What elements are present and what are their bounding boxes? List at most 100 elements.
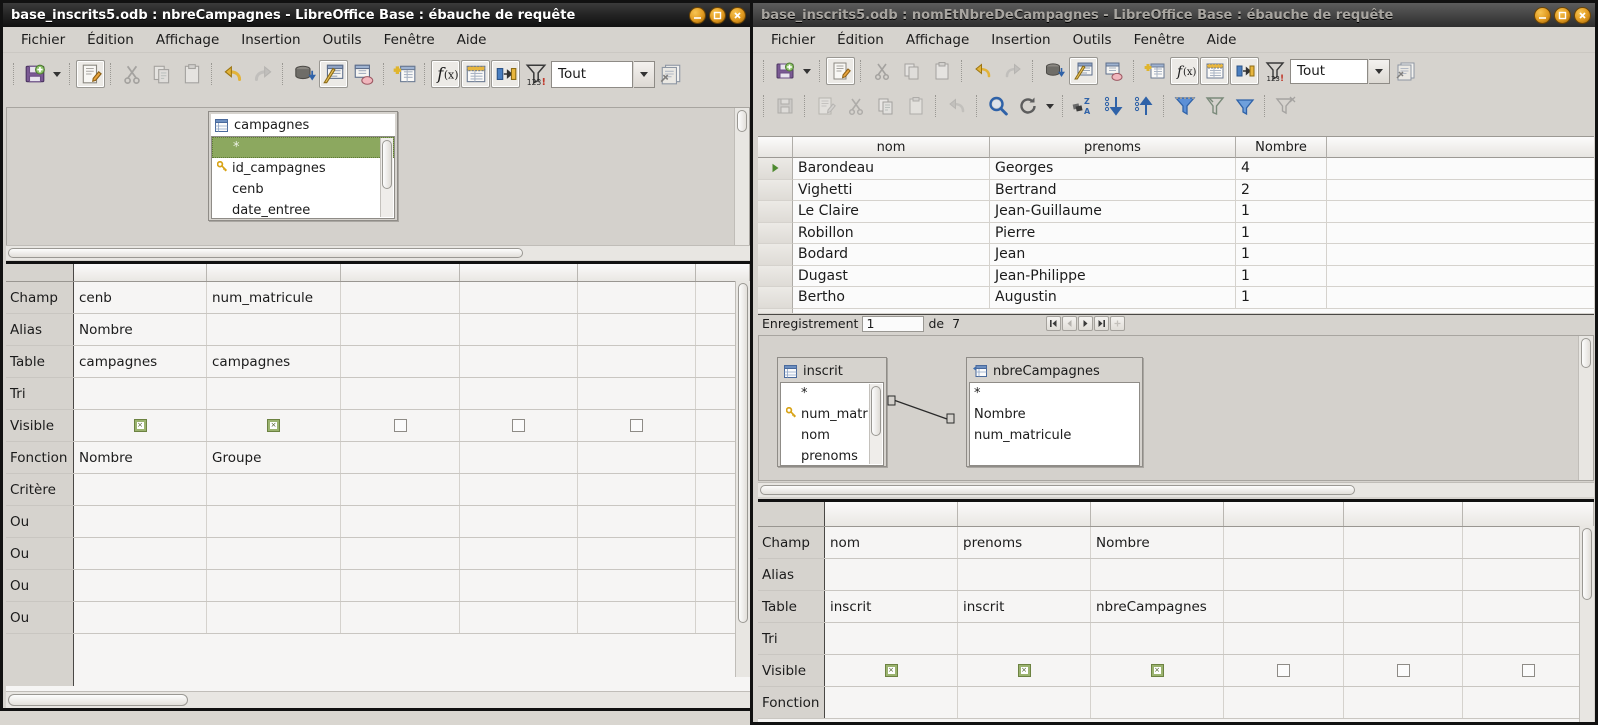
standard-filter-icon[interactable] xyxy=(1230,92,1259,120)
left-query-grid-horizontal-scrollbar[interactable] xyxy=(6,691,750,708)
query-cell-alias[interactable] xyxy=(341,314,460,345)
next-record-button[interactable] xyxy=(1078,316,1094,331)
query-cell-alias[interactable] xyxy=(825,559,958,590)
remove-filter-icon[interactable] xyxy=(1271,92,1300,120)
run-query-icon[interactable] xyxy=(1039,57,1068,85)
cut-icon[interactable] xyxy=(117,60,146,88)
row-marker[interactable] xyxy=(758,244,793,266)
field-cenb[interactable]: cenb xyxy=(212,179,394,200)
menu-insertion[interactable]: Insertion xyxy=(981,29,1060,51)
run-query-icon[interactable] xyxy=(289,60,318,88)
cell-nombre[interactable]: 1 xyxy=(1236,287,1327,309)
query-cell-critere[interactable] xyxy=(341,474,460,505)
query-column-header[interactable] xyxy=(1224,502,1344,526)
autofilter-icon[interactable] xyxy=(1170,92,1199,120)
query-column-header[interactable] xyxy=(825,502,958,526)
diagram-table-inscrit-scrollbar[interactable] xyxy=(869,384,882,464)
query-cell-ou[interactable] xyxy=(207,602,341,633)
query-cell-fonction[interactable] xyxy=(958,687,1091,718)
query-cell-fonction[interactable] xyxy=(341,442,460,473)
query-column-header[interactable] xyxy=(1344,502,1463,526)
close-button[interactable] xyxy=(1574,6,1591,24)
diagram-table-nbrecampagnes-fields[interactable]: * Nombre num_matricule xyxy=(969,382,1140,466)
table-row[interactable]: Robillon Pierre 1 xyxy=(758,222,1594,244)
menu-aide[interactable]: Aide xyxy=(1197,29,1247,51)
menu-fenetre[interactable]: Fenêtre xyxy=(374,29,445,51)
query-cell-champ[interactable] xyxy=(460,282,578,313)
menu-fichier[interactable]: Fichier xyxy=(761,29,825,51)
field-prenoms[interactable]: prenoms xyxy=(781,446,883,465)
add-table-icon[interactable] xyxy=(1140,57,1169,85)
previous-record-button[interactable] xyxy=(1062,316,1078,331)
query-cell-visible[interactable]: × xyxy=(207,410,341,441)
query-column-header[interactable] xyxy=(74,264,207,281)
clear-query-icon[interactable] xyxy=(1099,57,1128,85)
current-record-input[interactable]: 1 xyxy=(862,315,925,332)
query-cell-fonction[interactable] xyxy=(1224,687,1344,718)
query-column-header[interactable] xyxy=(207,264,341,281)
results-header-nombre[interactable]: Nombre xyxy=(1236,137,1327,158)
query-cell-ou[interactable] xyxy=(578,538,696,569)
diagram-table-inscrit-fields[interactable]: * num_matri nom prenoms xyxy=(780,382,884,466)
cell-nom[interactable]: Le Claire xyxy=(793,201,990,223)
undo-icon[interactable] xyxy=(942,92,971,120)
cut-icon[interactable] xyxy=(867,57,896,85)
visible-checkbox[interactable] xyxy=(1521,664,1535,677)
save-record-icon[interactable] xyxy=(770,92,799,120)
query-cell-ou[interactable] xyxy=(341,602,460,633)
sort-icon[interactable]: Z A xyxy=(1069,92,1098,120)
join-relation-line[interactable] xyxy=(887,391,977,461)
table-row[interactable]: Bertho Augustin 1 xyxy=(758,287,1594,309)
query-cell-fonction[interactable] xyxy=(460,442,578,473)
query-cell-critere[interactable] xyxy=(460,474,578,505)
menu-edition[interactable]: Édition xyxy=(77,29,144,51)
copy-icon[interactable] xyxy=(897,57,926,85)
query-cell-champ[interactable] xyxy=(1344,527,1463,558)
query-cell-ou[interactable] xyxy=(460,570,578,601)
diagram-table-nbrecampagnes-header[interactable]: nbreCampagnes xyxy=(969,360,1140,382)
menu-affichage[interactable]: Affichage xyxy=(896,29,979,51)
menu-outils[interactable]: Outils xyxy=(313,29,372,51)
visible-checkbox-checked[interactable]: × xyxy=(884,664,898,677)
query-cell-champ[interactable]: prenoms xyxy=(958,527,1091,558)
query-cell-fonction[interactable]: Groupe xyxy=(207,442,341,473)
query-cell-fonction[interactable] xyxy=(825,687,958,718)
query-cell-ou[interactable] xyxy=(207,570,341,601)
query-cell-tri[interactable] xyxy=(1344,623,1463,654)
add-table-icon[interactable] xyxy=(390,60,419,88)
edit-icon[interactable] xyxy=(826,57,855,85)
query-cell-visible[interactable] xyxy=(1463,655,1594,686)
close-button[interactable] xyxy=(729,6,746,24)
visible-checkbox-checked[interactable]: × xyxy=(133,419,147,432)
distinct-values-icon[interactable]: 123 ! xyxy=(1260,57,1289,85)
menu-fichier[interactable]: Fichier xyxy=(11,29,75,51)
query-grid-corner[interactable] xyxy=(6,264,74,281)
query-cell-ou[interactable] xyxy=(460,506,578,537)
query-cell-alias[interactable] xyxy=(460,314,578,345)
query-cell-tri[interactable] xyxy=(958,623,1091,654)
aliases-icon[interactable] xyxy=(1230,57,1259,85)
query-column-header[interactable] xyxy=(578,264,696,281)
maximize-button[interactable] xyxy=(1554,6,1571,24)
diagram-table-nbrecampagnes[interactable]: nbreCampagnes * Nombre num_matricule xyxy=(966,357,1143,467)
query-cell-empty[interactable] xyxy=(74,634,735,686)
query-cell-alias[interactable] xyxy=(1463,559,1594,590)
query-cell-tri[interactable] xyxy=(207,378,341,409)
save-icon[interactable] xyxy=(770,57,799,85)
edit-data-icon[interactable] xyxy=(811,92,840,120)
query-cell-tri[interactable] xyxy=(578,378,696,409)
sql-view-icon[interactable] xyxy=(1391,57,1420,85)
query-cell-ou[interactable] xyxy=(578,602,696,633)
visible-checkbox[interactable] xyxy=(512,419,525,432)
save-icon[interactable] xyxy=(20,60,49,88)
left-window-titlebar[interactable]: base_inscrits5.odb : nbreCampagnes - Lib… xyxy=(3,3,750,27)
query-cell-ou[interactable] xyxy=(74,506,207,537)
query-cell-visible[interactable] xyxy=(341,410,460,441)
cell-nom[interactable]: Vighetti xyxy=(793,179,990,201)
limit-combo[interactable]: Tout xyxy=(551,60,633,88)
query-cell-table[interactable]: inscrit xyxy=(958,591,1091,622)
query-cell-champ[interactable] xyxy=(1463,527,1594,558)
paste-icon[interactable] xyxy=(927,57,956,85)
left-query-design-grid[interactable]: Champ cenb num_matricule Alias Nombre Ta… xyxy=(6,261,750,691)
cell-nombre[interactable]: 2 xyxy=(1236,179,1327,201)
